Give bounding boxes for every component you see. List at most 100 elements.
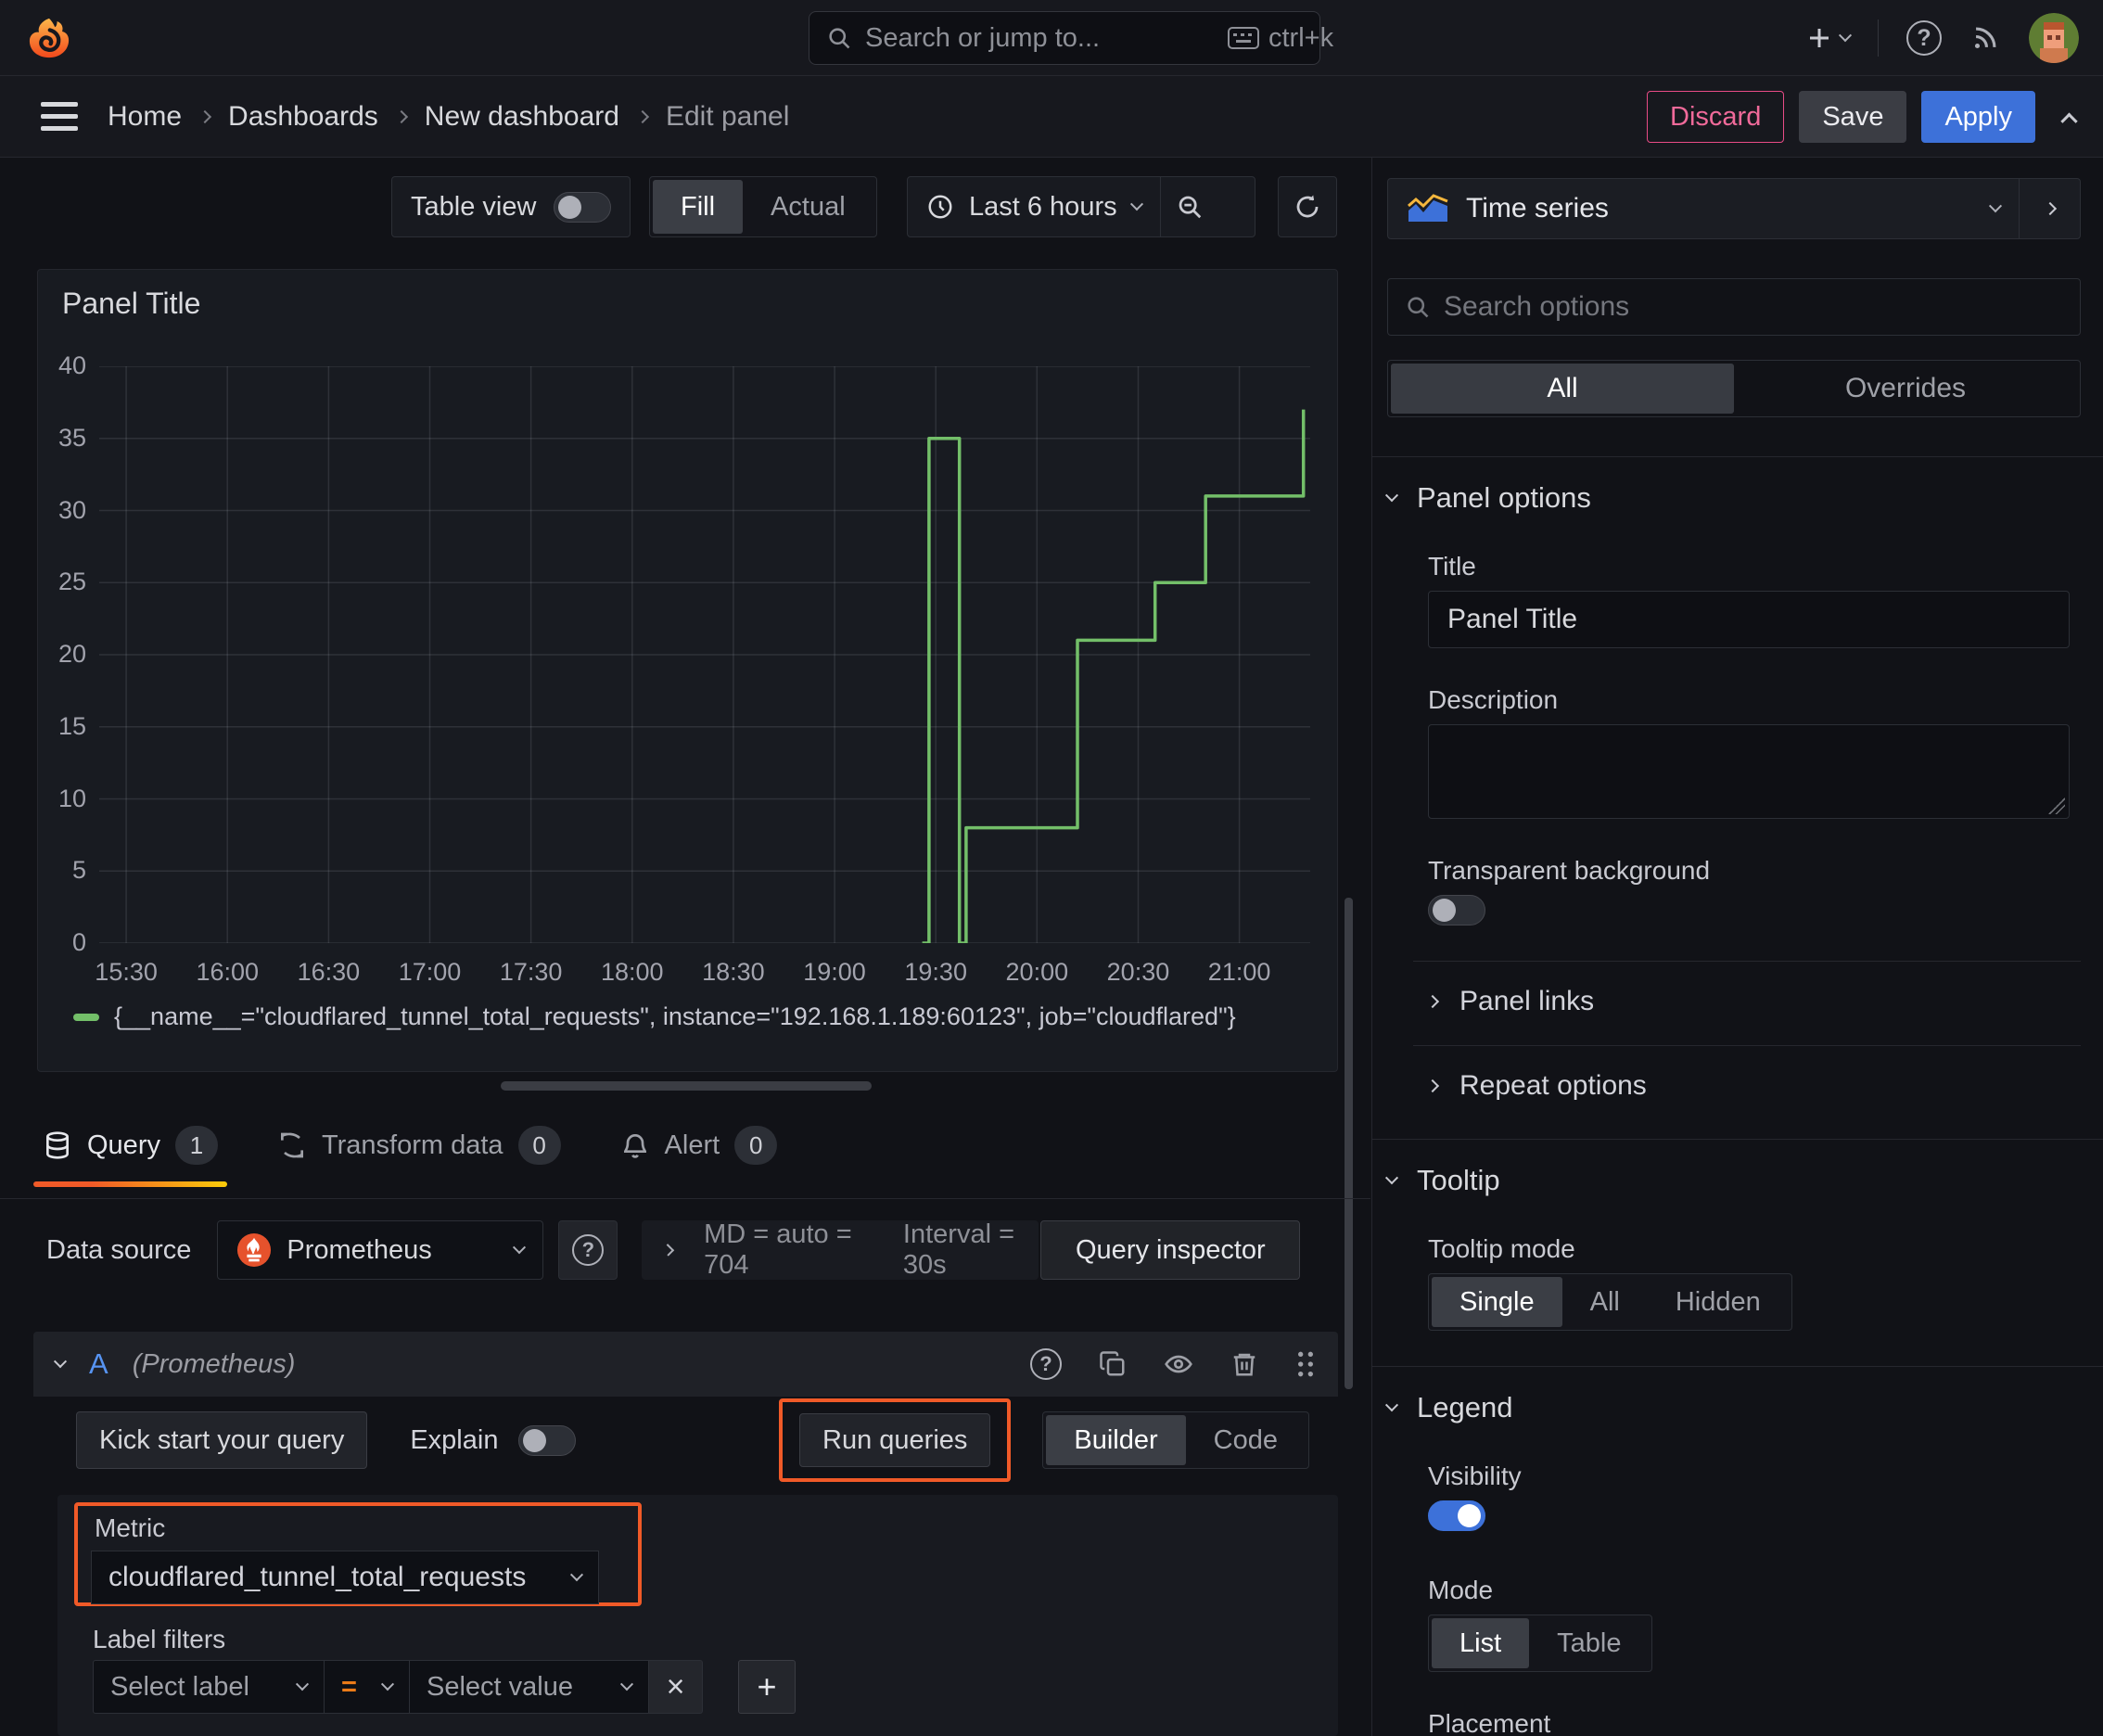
save-button[interactable]: Save bbox=[1799, 91, 1907, 143]
select-value-dropdown[interactable]: Select value bbox=[410, 1660, 649, 1714]
x-tick-label: 19:30 bbox=[904, 958, 967, 986]
transparent-background-toggle[interactable] bbox=[1428, 895, 1485, 925]
tab-query[interactable]: Query 1 bbox=[33, 1113, 227, 1187]
query-help-icon[interactable]: ? bbox=[1030, 1348, 1062, 1380]
breadcrumb-home[interactable]: Home bbox=[108, 101, 182, 133]
news-button[interactable] bbox=[1969, 22, 2001, 54]
trash-icon[interactable] bbox=[1230, 1350, 1258, 1378]
select-label-dropdown[interactable]: Select label bbox=[93, 1660, 325, 1714]
panel-links-section[interactable]: Panel links bbox=[1425, 986, 2081, 1017]
divider bbox=[1372, 1366, 2103, 1367]
chart-plot[interactable] bbox=[99, 366, 1310, 943]
metric-label: Metric bbox=[95, 1513, 166, 1542]
tab-transform-data[interactable]: Transform data 0 bbox=[268, 1113, 570, 1187]
table-view-toggle[interactable] bbox=[554, 191, 611, 223]
tooltip-all-option[interactable]: All bbox=[1562, 1277, 1648, 1327]
tab-overrides[interactable]: Overrides bbox=[1734, 364, 2077, 414]
series-legend[interactable]: {__name__="cloudflared_tunnel_total_requ… bbox=[73, 1002, 1236, 1031]
user-avatar[interactable] bbox=[2029, 13, 2079, 63]
visualization-picker[interactable]: Time series bbox=[1388, 179, 2019, 238]
legend-list-option[interactable]: List bbox=[1432, 1618, 1530, 1668]
fill-option[interactable]: Fill bbox=[653, 180, 744, 234]
operator-dropdown[interactable]: = bbox=[325, 1660, 410, 1714]
time-range-picker[interactable]: Last 6 hours bbox=[908, 177, 1160, 236]
divider bbox=[1878, 19, 1879, 57]
tooltip-single-option[interactable]: Single bbox=[1432, 1277, 1562, 1327]
code-option[interactable]: Code bbox=[1186, 1415, 1306, 1465]
chevron-down-icon bbox=[380, 1678, 395, 1691]
grafana-logo-icon[interactable] bbox=[26, 15, 72, 61]
panel-title-input[interactable] bbox=[1428, 591, 2070, 648]
keyboard-icon bbox=[1228, 27, 1259, 49]
section-title: Legend bbox=[1417, 1391, 1513, 1423]
tab-alert[interactable]: Alert 0 bbox=[611, 1113, 787, 1187]
tab-all-options[interactable]: All bbox=[1391, 364, 1734, 414]
help-button[interactable]: ? bbox=[1906, 20, 1942, 56]
kick-start-button[interactable]: Kick start your query bbox=[76, 1411, 368, 1469]
divider bbox=[1413, 1045, 2081, 1046]
panel-resize-handle[interactable] bbox=[501, 1081, 872, 1091]
section-title: Panel options bbox=[1417, 481, 1591, 514]
legend-section-header[interactable]: Legend bbox=[1384, 1391, 2081, 1424]
actual-option[interactable]: Actual bbox=[743, 180, 873, 234]
max-data-points-stat: MD = auto = 704 bbox=[704, 1219, 852, 1280]
datasource-picker[interactable]: Prometheus bbox=[217, 1220, 544, 1280]
collapse-query-icon[interactable] bbox=[53, 1355, 68, 1369]
run-queries-button[interactable]: Run queries bbox=[799, 1413, 991, 1467]
visualization-picker-row: Time series bbox=[1387, 178, 2081, 239]
series-label[interactable]: {__name__="cloudflared_tunnel_total_requ… bbox=[114, 1002, 1236, 1031]
description-textarea[interactable] bbox=[1428, 724, 2070, 819]
add-filter-button[interactable]: + bbox=[738, 1660, 796, 1714]
disable-query-icon[interactable] bbox=[1164, 1349, 1193, 1379]
query-row-header[interactable]: A (Prometheus) ? bbox=[33, 1332, 1338, 1397]
x-tick-label: 17:00 bbox=[398, 958, 462, 986]
chevron-right-icon[interactable] bbox=[662, 1244, 675, 1257]
repeat-options-section[interactable]: Repeat options bbox=[1425, 1070, 2081, 1102]
zoom-out-button[interactable] bbox=[1161, 177, 1218, 236]
menu-toggle-icon[interactable] bbox=[41, 102, 78, 131]
table-view-control: Table view bbox=[391, 176, 631, 237]
drag-handle-icon[interactable] bbox=[1295, 1349, 1316, 1379]
builder-option[interactable]: Builder bbox=[1046, 1415, 1186, 1465]
chevron-down-icon bbox=[1988, 199, 2003, 213]
discard-button[interactable]: Discard bbox=[1647, 91, 1785, 143]
tooltip-hidden-option[interactable]: Hidden bbox=[1648, 1277, 1789, 1327]
datasource-help-button[interactable]: ? bbox=[558, 1220, 618, 1280]
metric-select[interactable]: cloudflared_tunnel_total_requests bbox=[91, 1551, 599, 1604]
scrollbar-thumb[interactable] bbox=[1345, 898, 1353, 1389]
x-tick-label: 16:30 bbox=[297, 958, 361, 986]
chart-panel[interactable]: Panel Title 0 5 10 15 20 25 30 35 40 15:30 16:00 1… bbox=[37, 269, 1338, 1072]
query-stats: MD = auto = 704 Interval = 30s bbox=[642, 1219, 1039, 1280]
datasource-name: Prometheus bbox=[287, 1234, 432, 1265]
chevron-right-icon bbox=[1425, 1079, 1440, 1093]
duplicate-icon[interactable] bbox=[1099, 1350, 1127, 1378]
title-label: Title bbox=[1428, 552, 1476, 581]
breadcrumb-new-dashboard[interactable]: New dashboard bbox=[425, 101, 619, 133]
tab-label: Transform data bbox=[321, 1130, 503, 1160]
legend-mode-segmented: List Table bbox=[1428, 1615, 1653, 1672]
legend-visibility-toggle[interactable] bbox=[1428, 1500, 1485, 1531]
y-tick-label: 40 bbox=[57, 351, 86, 379]
remove-filter-button[interactable]: × bbox=[649, 1660, 703, 1714]
search-input[interactable] bbox=[865, 22, 1215, 54]
chevron-down-icon bbox=[1838, 29, 1853, 43]
query-inspector-button[interactable]: Query inspector bbox=[1040, 1220, 1301, 1280]
options-search[interactable] bbox=[1387, 278, 2081, 336]
top-nav: ctrl+k ? bbox=[0, 0, 2103, 76]
section-title: Tooltip bbox=[1417, 1164, 1500, 1196]
options-search-input[interactable] bbox=[1444, 291, 2063, 323]
collapse-header-icon[interactable] bbox=[2060, 112, 2078, 130]
add-new-button[interactable] bbox=[1805, 24, 1853, 52]
series-color-swatch[interactable] bbox=[73, 1013, 99, 1021]
tooltip-section-header[interactable]: Tooltip bbox=[1384, 1164, 2081, 1197]
explain-toggle[interactable] bbox=[518, 1424, 577, 1456]
global-search[interactable]: ctrl+k bbox=[809, 11, 1333, 65]
resize-grip-icon[interactable] bbox=[2048, 798, 2065, 814]
toggle-viz-picker-button[interactable] bbox=[2019, 179, 2080, 238]
breadcrumb-dashboards[interactable]: Dashboards bbox=[228, 101, 378, 133]
apply-button[interactable]: Apply bbox=[1921, 91, 2035, 143]
x-tick-label: 21:00 bbox=[1207, 958, 1271, 986]
legend-table-option[interactable]: Table bbox=[1529, 1618, 1649, 1668]
panel-options-section-header[interactable]: Panel options bbox=[1384, 481, 2081, 515]
refresh-button[interactable] bbox=[1278, 176, 1337, 237]
